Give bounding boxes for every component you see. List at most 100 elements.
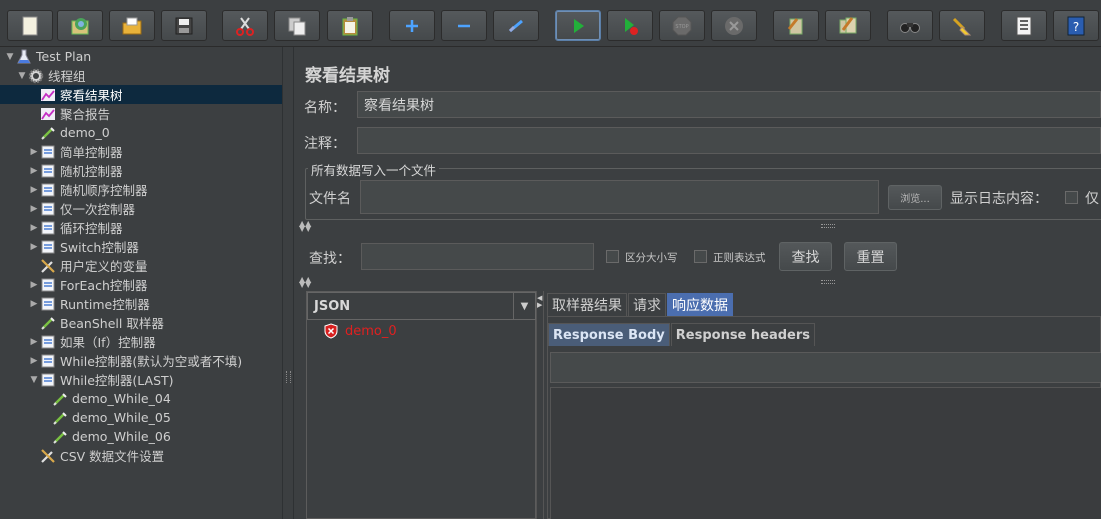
cut-button[interactable]: [222, 10, 268, 41]
tree-node[interactable]: ▶ 仅一次控制器: [0, 199, 282, 218]
tree-node[interactable]: ▶ While控制器(默认为空或者不填): [0, 351, 282, 370]
result-splitter[interactable]: ◀ ▶: [536, 291, 544, 519]
tree-node[interactable]: ▼ 线程组: [0, 66, 282, 85]
filename-label: 文件名: [309, 191, 351, 207]
response-subtabs: Response Body Response headers: [548, 323, 816, 346]
tree-node-label: demo_While_05: [72, 410, 171, 425]
reset-search-button[interactable]: [939, 10, 985, 41]
reset-search-icon: [952, 17, 972, 35]
response-body-text[interactable]: [550, 387, 1101, 519]
tree-node[interactable]: ▼ While控制器(LAST): [0, 370, 282, 389]
tree-node[interactable]: 聚合报告: [0, 104, 282, 123]
controller-icon: [40, 353, 56, 369]
tree-node-label: 用户定义的变量: [60, 259, 148, 274]
chevron-right-icon[interactable]: ▶: [28, 351, 40, 370]
splitter-arrows-icon: ◀ ▶: [537, 294, 543, 309]
clear-button[interactable]: [773, 10, 819, 41]
find-button[interactable]: 查找: [779, 242, 832, 271]
reset-button[interactable]: 重置: [844, 242, 897, 271]
tree-node-label: 随机顺序控制器: [60, 183, 148, 198]
name-field[interactable]: 察看结果树: [357, 91, 1101, 118]
chevron-right-icon[interactable]: ▶: [28, 199, 40, 218]
tree-node[interactable]: ▶ 循环控制器: [0, 218, 282, 237]
tree-node[interactable]: ▶ ForEach控制器: [0, 275, 282, 294]
expand-icon: [406, 19, 418, 32]
log-errors-checkbox[interactable]: [1065, 191, 1078, 204]
tree-node[interactable]: demo_0: [0, 123, 282, 142]
controller-icon: [40, 372, 56, 388]
tree-node[interactable]: CSV 数据文件设置: [0, 446, 282, 465]
chevron-right-icon[interactable]: ▶: [28, 275, 40, 294]
tree-node[interactable]: ▶ 简单控制器: [0, 142, 282, 161]
chevron-right-icon[interactable]: ▶: [28, 294, 40, 313]
open-button[interactable]: [109, 10, 155, 41]
search-button[interactable]: [887, 10, 933, 41]
shutdown-button[interactable]: [711, 10, 757, 41]
tree-node-label: 仅一次控制器: [60, 202, 136, 217]
tree-node[interactable]: demo_While_06: [0, 427, 282, 446]
chevron-right-icon[interactable]: ▶: [28, 142, 40, 161]
copy-icon: [288, 17, 306, 35]
collapse-button[interactable]: [441, 10, 487, 41]
tree-node-label: ForEach控制器: [60, 278, 148, 293]
controller-icon: [40, 239, 56, 255]
function-helper-button[interactable]: [1001, 10, 1047, 41]
paste-button[interactable]: [327, 10, 373, 41]
response-subtab[interactable]: Response headers: [670, 323, 816, 346]
start-button[interactable]: [555, 10, 601, 41]
tree-node[interactable]: ▶ 随机顺序控制器: [0, 180, 282, 199]
tree-node[interactable]: 察看结果树: [0, 85, 282, 104]
view-results-tree-panel: 察看结果树 名称： 察看结果树 注释： 所有数据写入一个文件 文件名 浏览...…: [295, 47, 1101, 519]
result-tab[interactable]: 响应数据: [667, 293, 733, 316]
result-item-label: demo_0: [345, 323, 397, 339]
chart-icon: [40, 106, 56, 122]
renderer-select[interactable]: JSON ▼: [307, 292, 536, 320]
response-subtab[interactable]: Response Body: [548, 323, 670, 346]
result-item[interactable]: demo_0: [323, 323, 397, 339]
response-search-bar[interactable]: [550, 352, 1101, 383]
chevron-down-icon[interactable]: ▼: [28, 370, 40, 389]
templates-button[interactable]: [57, 10, 103, 41]
tree-node[interactable]: 用户定义的变量: [0, 256, 282, 275]
chevron-right-icon[interactable]: ▶: [28, 218, 40, 237]
tree-node[interactable]: ▶ Switch控制器: [0, 237, 282, 256]
clear-all-icon: [839, 16, 857, 33]
tree-node[interactable]: demo_While_05: [0, 408, 282, 427]
stop-icon: STOP: [672, 16, 692, 35]
stop-button[interactable]: STOP: [659, 10, 705, 41]
chevron-right-icon[interactable]: ▶: [28, 237, 40, 256]
page-title: 察看结果树: [305, 66, 390, 86]
help-button[interactable]: ?: [1053, 10, 1099, 41]
tree-node[interactable]: BeanShell 取样器: [0, 313, 282, 332]
comment-field[interactable]: [357, 127, 1101, 154]
divider-handle-top[interactable]: ▲▲ ▼▼: [295, 220, 1101, 233]
chevron-down-icon[interactable]: ▼: [16, 66, 28, 85]
filename-field[interactable]: [360, 180, 879, 214]
toggle-button[interactable]: [493, 10, 539, 41]
expand-button[interactable]: [389, 10, 435, 41]
vertical-splitter[interactable]: [282, 47, 294, 519]
save-button[interactable]: [161, 10, 207, 41]
tree-node[interactable]: ▶ Runtime控制器: [0, 294, 282, 313]
browse-button[interactable]: 浏览...: [888, 185, 942, 210]
new-button[interactable]: [7, 10, 53, 41]
start-no-pauses-button[interactable]: [607, 10, 653, 41]
chevron-right-icon[interactable]: ▶: [28, 180, 40, 199]
splitter-grip[interactable]: [286, 371, 291, 383]
copy-button[interactable]: [274, 10, 320, 41]
tree-node[interactable]: ▶ 随机控制器: [0, 161, 282, 180]
wrench-icon: [40, 258, 56, 274]
result-tab[interactable]: 取样器结果: [547, 293, 627, 316]
tree-node[interactable]: demo_While_04: [0, 389, 282, 408]
chevron-right-icon[interactable]: ▶: [28, 332, 40, 351]
tree-node[interactable]: ▶ 如果（If）控制器: [0, 332, 282, 351]
search-field[interactable]: [361, 243, 594, 270]
divider-handle-bottom[interactable]: ▲▲ ▼▼: [295, 276, 1101, 289]
regex-checkbox[interactable]: [694, 250, 707, 263]
tree-node[interactable]: ▼ Test Plan: [0, 47, 282, 66]
result-tab[interactable]: 请求: [628, 293, 666, 316]
chevron-right-icon[interactable]: ▶: [28, 161, 40, 180]
case-sensitive-checkbox[interactable]: [606, 250, 619, 263]
clear-all-button[interactable]: [825, 10, 871, 41]
chevron-down-icon[interactable]: ▼: [4, 47, 16, 66]
